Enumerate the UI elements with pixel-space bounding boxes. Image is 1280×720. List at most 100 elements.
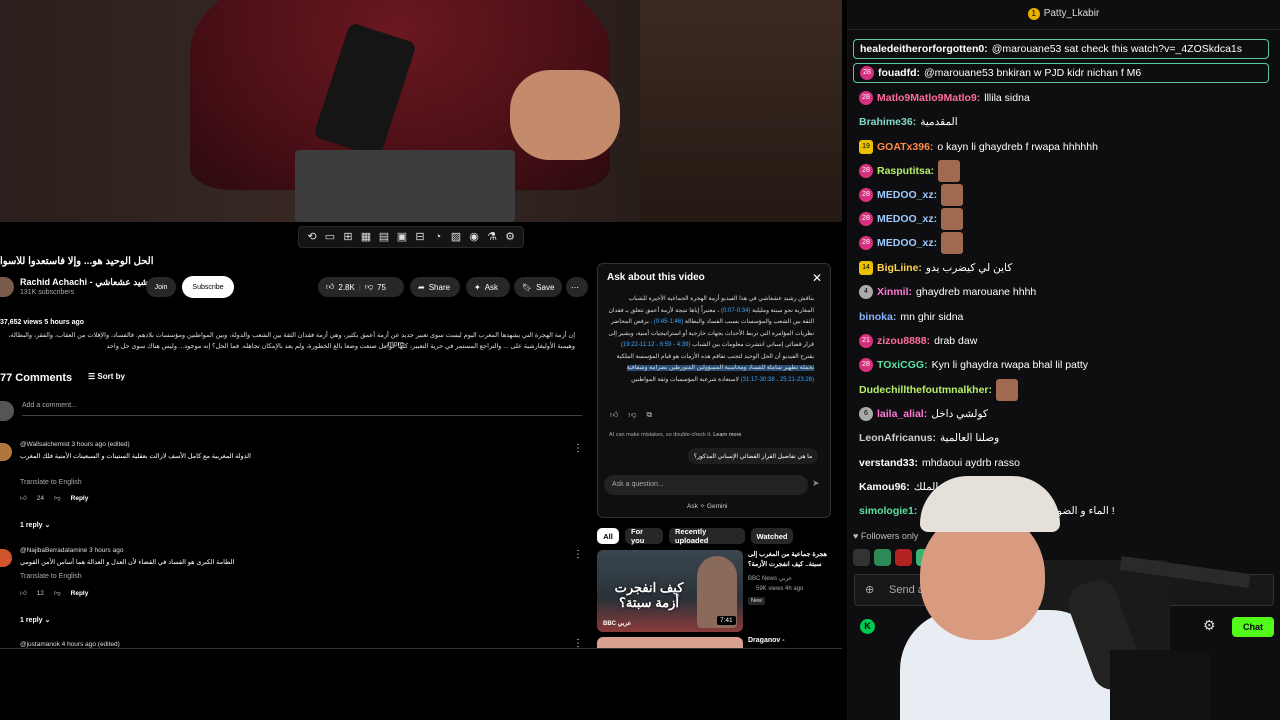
screen-icon[interactable]: ▭ — [323, 227, 337, 247]
thumbs-up-icon[interactable]: 👍︎ — [20, 494, 27, 502]
chat-username[interactable]: MEDOO_xz: — [877, 213, 937, 225]
timestamp-link[interactable]: (23:26-25:21 ، 30:38-31:17) — [741, 377, 814, 383]
chat-username[interactable]: Matlo9Matlo9Matlo9: — [877, 92, 980, 104]
chat-username[interactable]: LeonAfricanus: — [859, 432, 936, 444]
chat-username[interactable]: laila_alial: — [877, 408, 927, 420]
reply-button[interactable]: Reply — [71, 590, 89, 597]
chat-username[interactable]: zizou8888: — [877, 335, 930, 347]
comment-menu-icon[interactable]: ⋮ — [573, 549, 583, 560]
thumbs-down-icon[interactable]: 👎︎ — [54, 589, 61, 597]
chat-username[interactable]: Brahime36: — [859, 116, 916, 128]
thumbs-down-icon[interactable]: 👎︎ — [365, 282, 373, 292]
translate-link[interactable]: Translate to English — [20, 479, 82, 486]
filter-all[interactable]: All — [597, 528, 619, 544]
comment-author[interactable]: @Wallsalchemist 3 hours ago (edited) — [20, 441, 130, 448]
replies-toggle[interactable]: 1 reply ⌄ — [20, 521, 50, 529]
copy-icon[interactable]: ⧉ — [647, 410, 653, 420]
share-label: Share — [428, 282, 451, 292]
avatar[interactable] — [0, 443, 12, 461]
close-icon[interactable]: ✕ — [812, 271, 822, 285]
image-icon[interactable]: ▨ — [449, 227, 463, 247]
chat-username[interactable]: BigLiine: — [877, 262, 922, 274]
comment-likes: 24 — [36, 494, 45, 502]
thumbs-up-icon[interactable]: 👍︎ — [610, 410, 618, 420]
related-video-title[interactable]: هجرة جماعية من المغرب إلى سبتة.. كيف انف… — [748, 550, 828, 570]
subscribe-button[interactable]: Subscribe — [182, 276, 234, 298]
chat-username[interactable]: MEDOO_xz: — [877, 237, 937, 249]
suggestion-chip[interactable]: ما هي تفاصيل القرار القضائي الإسباني الم… — [688, 448, 818, 464]
video-thumbnail[interactable]: كيف انفجرت أزمة سبتة؟ BBC عربي 7:41 — [597, 550, 743, 632]
ask-input[interactable]: Ask a question... — [604, 475, 808, 495]
webcam-overlay — [890, 470, 1280, 720]
share-button[interactable]: ➦ Share — [410, 277, 460, 297]
add-comment-input[interactable]: Add a comment... — [22, 402, 582, 416]
panel-icon[interactable]: ▤ — [377, 227, 391, 247]
frame-icon[interactable]: ▣ — [395, 227, 409, 247]
filter-recently-uploaded[interactable]: Recently uploaded — [669, 527, 745, 545]
related-video-title[interactable]: Draganov - — [748, 637, 785, 644]
timestamp-link[interactable]: (1:46-0:45) — [654, 319, 683, 325]
ask-panel-title: Ask about this video — [607, 272, 705, 283]
video-title: الحل الوحيد هو... وإلا فاستعدوا للأسوأ — [0, 256, 154, 267]
join-button[interactable]: Join — [146, 277, 176, 297]
chat-text: lllila sidna — [984, 92, 1030, 104]
layout-icon[interactable]: ▦ — [359, 227, 373, 247]
chat-username[interactable]: Rasputitsa: — [877, 165, 934, 177]
subscriber-badge-icon: 4 — [859, 285, 873, 299]
camera-icon[interactable]: ◉ — [467, 227, 481, 247]
chat-username[interactable]: TOxiCGG: — [877, 359, 928, 371]
window-icon[interactable]: ⊟ — [413, 227, 427, 247]
timestamp-link[interactable]: (4:39 - 6:59 ، 11:12-19:22) — [621, 342, 691, 348]
emote-image — [941, 208, 964, 230]
send-icon[interactable]: ➤ — [812, 478, 820, 489]
timestamp-link[interactable]: (0:34-0:07) — [721, 308, 750, 314]
replies-label: 1 reply — [20, 617, 43, 624]
flask-icon[interactable]: ⚗ — [485, 227, 499, 247]
chat-username[interactable]: binoka: — [859, 311, 896, 323]
chat-username[interactable]: Xinmil: — [877, 286, 912, 298]
related-channel[interactable]: BBC News عربي — [748, 575, 792, 582]
more-link[interactable]: ...more — [382, 341, 404, 348]
filter-watched[interactable]: Watched — [751, 528, 793, 544]
thumbs-down-icon[interactable]: 👎︎ — [54, 494, 61, 502]
emote[interactable] — [874, 549, 891, 566]
like-count[interactable]: 2.8K — [338, 283, 354, 292]
learn-more-link[interactable]: Learn more — [713, 432, 741, 438]
dislike-count[interactable]: 75 — [377, 283, 386, 292]
pinned-user[interactable]: Patty_Lkabir — [1044, 8, 1100, 19]
chat-username[interactable]: fouadfd: — [878, 67, 920, 79]
thumbs-down-icon[interactable]: 👎︎ — [628, 410, 636, 420]
comment-menu-icon[interactable]: ⋮ — [573, 443, 583, 454]
reply-button[interactable]: Reply — [71, 495, 89, 502]
thumbs-up-icon[interactable]: 👍︎ — [20, 589, 27, 597]
emote-image — [996, 379, 1019, 401]
avatar[interactable] — [0, 549, 12, 567]
chat-username[interactable]: MEDOO_xz: — [877, 189, 937, 201]
description[interactable]: إن أزمة الهجرة التي يشهدها المغرب اليوم … — [0, 330, 575, 352]
emote-image — [938, 160, 961, 182]
ask-button[interactable]: ✦ Ask — [466, 277, 510, 297]
chat-username[interactable]: healedeitherorforgotten0: — [860, 43, 988, 55]
chat-username[interactable]: verstand33: — [859, 457, 918, 469]
replies-toggle[interactable]: 1 reply ⌄ — [20, 616, 50, 624]
thumbs-up-icon[interactable]: 👍︎ — [326, 282, 334, 292]
chat-username[interactable]: Dudechillthefoutmnalkher: — [859, 384, 992, 396]
video-player[interactable] — [0, 0, 842, 222]
more-actions-button[interactable]: ⋯ — [566, 277, 588, 297]
chat-username[interactable]: GOATx396: — [877, 141, 933, 153]
comment-author[interactable]: @justamanok 4 hours ago (edited) — [20, 641, 120, 648]
comment-author[interactable]: @NajibaBerradalamine 3 hours ago — [20, 547, 123, 554]
filter-for-you[interactable]: For you — [625, 527, 663, 545]
translate-link[interactable]: Translate to English — [20, 573, 82, 580]
sort-button[interactable]: ☰ Sort by — [88, 372, 125, 381]
emote[interactable] — [853, 549, 870, 566]
grid-icon[interactable]: ⊞ — [341, 227, 355, 247]
channel-avatar[interactable] — [0, 277, 14, 297]
kick-logo-icon[interactable]: K — [860, 619, 875, 634]
gear-icon[interactable]: ⚙ — [503, 227, 517, 247]
channel-name[interactable]: Rachid Achachi - رشيد عشعاشي — [20, 277, 153, 288]
save-button[interactable]: 🔖︎ Save — [514, 277, 562, 297]
speed-icon[interactable]: ◔ — [431, 227, 445, 247]
emote-picker-icon[interactable]: ⊕ — [865, 583, 874, 596]
loop-icon[interactable]: ⟲ — [305, 227, 319, 247]
